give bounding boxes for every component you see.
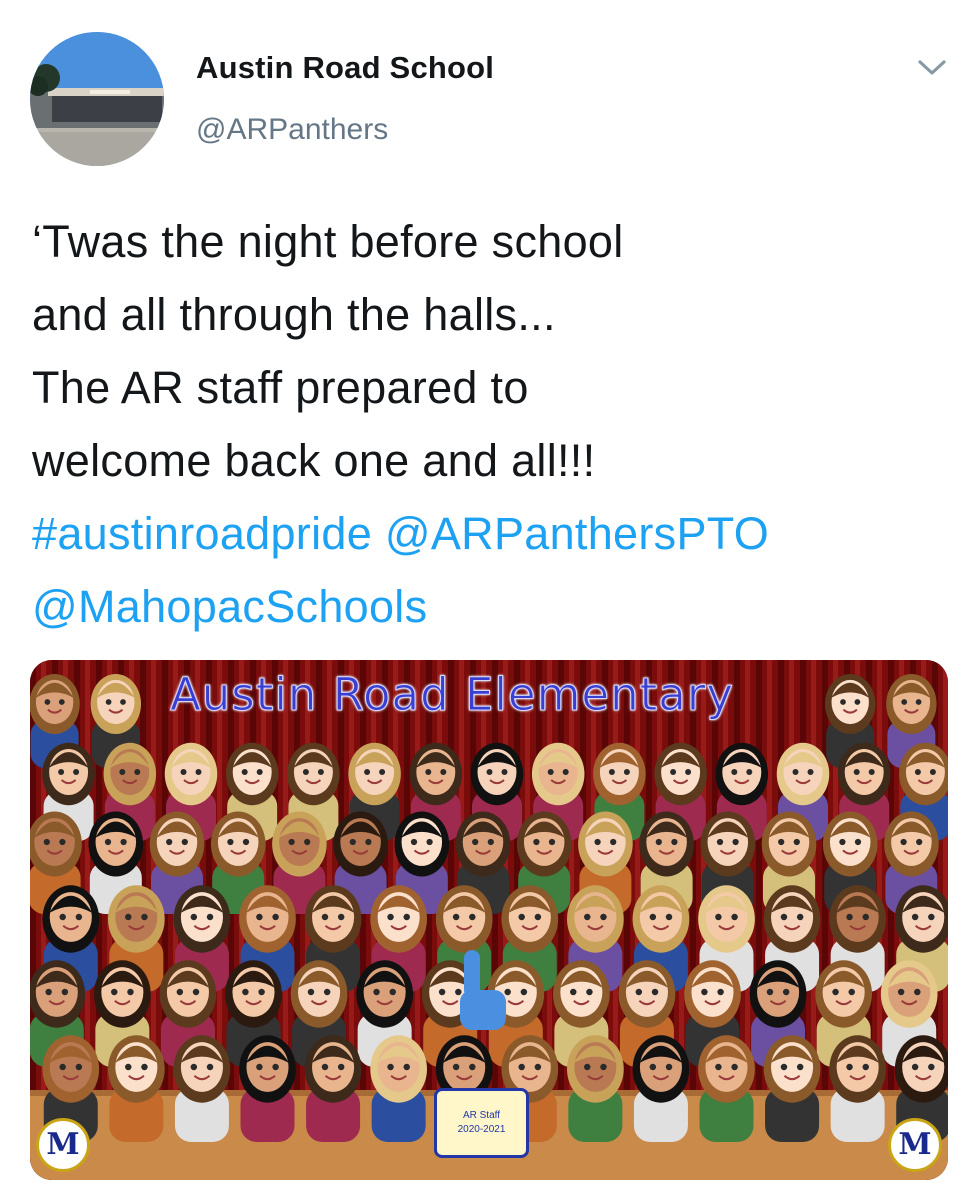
- staff-avatar: [239, 1035, 296, 1142]
- profile-avatar[interactable]: [30, 32, 164, 166]
- tweet-text-line: and all through the halls...: [32, 289, 556, 340]
- tweet-media-image[interactable]: Austin Road Elementary AR Staff 2020-202…: [30, 660, 948, 1180]
- staff-plaque: AR Staff 2020-2021: [434, 1088, 529, 1158]
- district-logo: M: [36, 1118, 90, 1172]
- tweet-text-line: welcome back one and all!!!: [32, 435, 596, 486]
- staff-avatar: [173, 1035, 231, 1142]
- staff-avatar: [567, 1035, 624, 1142]
- tweet-text-line: ‘Twas the night before school: [32, 216, 624, 267]
- district-logo: M: [888, 1118, 942, 1172]
- chevron-down-icon[interactable]: [914, 52, 950, 82]
- staff-avatar: [698, 1035, 755, 1142]
- author-display-name[interactable]: Austin Road School: [196, 50, 494, 86]
- staff-avatar: [632, 1035, 690, 1142]
- mention-link[interactable]: @ARPanthersPTO: [385, 508, 769, 559]
- tweet-text-line: @MahopacSchools: [32, 570, 962, 643]
- plaque-year: 2020-2021: [457, 1124, 506, 1135]
- mention-link[interactable]: @MahopacSchools: [32, 581, 427, 632]
- author-handle[interactable]: @ARPanthers: [196, 113, 388, 147]
- tweet-text-line: The AR staff prepared to: [32, 362, 529, 413]
- staff-avatar: [370, 1035, 427, 1142]
- staff-avatar: [763, 1035, 821, 1142]
- tweet-text-line: #austinroadpride @ARPanthersPTO: [32, 497, 962, 570]
- tweet-text: ‘Twas the night before school and all th…: [32, 205, 962, 643]
- plaque-title: AR Staff: [462, 1110, 501, 1121]
- staff-avatar: [108, 1035, 165, 1142]
- banner-title: Austin Road Elementary: [170, 668, 734, 722]
- tweet-card[interactable]: Austin Road School @ARPanthers ‘Twas the…: [0, 0, 977, 1200]
- hashtag-link[interactable]: #austinroadpride: [32, 508, 372, 559]
- staff-avatar: [304, 1035, 362, 1142]
- staff-avatar: [829, 1035, 886, 1142]
